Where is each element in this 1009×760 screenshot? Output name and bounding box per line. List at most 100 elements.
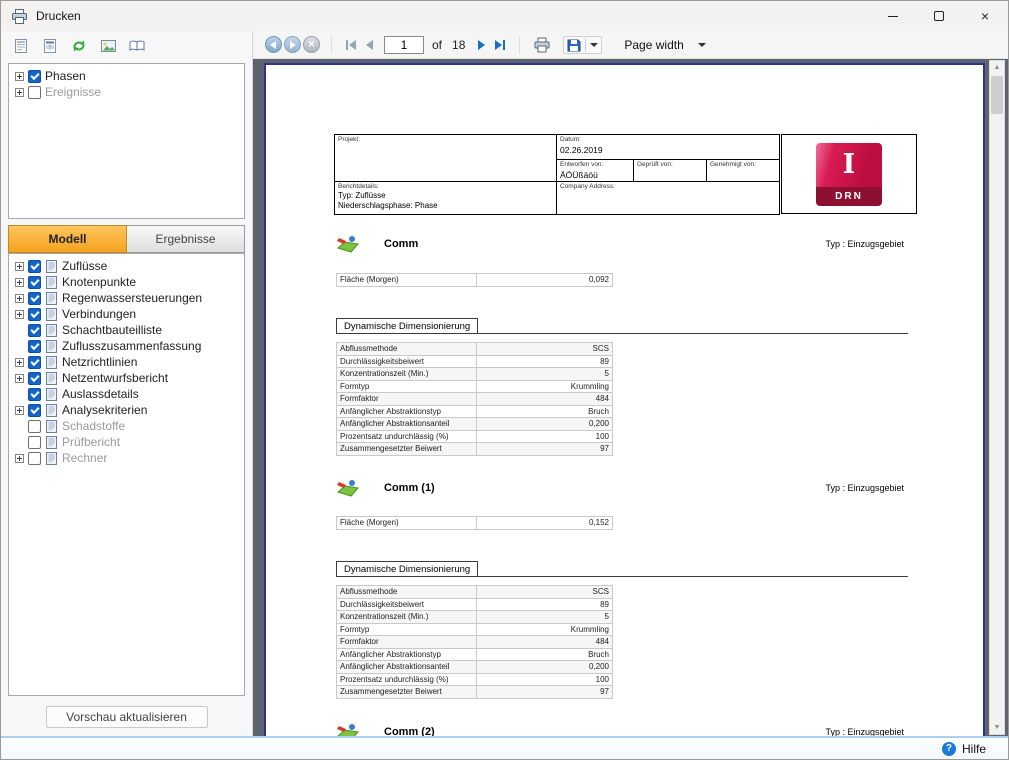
- report-table-icon[interactable]: [40, 36, 60, 56]
- report-tree-item[interactable]: Netzentwurfsbericht: [9, 370, 244, 386]
- report-tree-item[interactable]: Verbindungen: [9, 306, 244, 322]
- area-label: Fläche (Morgen): [336, 516, 477, 530]
- report-tree-item[interactable]: Knotenpunkte: [9, 274, 244, 290]
- checkbox[interactable]: [28, 419, 41, 433]
- bericht-typ: Typ: Zuflüsse: [338, 191, 386, 200]
- parameter-label: Zusammengesetzter Beiwert: [336, 685, 477, 699]
- maximize-button[interactable]: [916, 1, 962, 31]
- checkbox[interactable]: [28, 339, 41, 353]
- table-row: Konzentrationszeit (Min.) 5: [336, 367, 613, 381]
- report-tree-item[interactable]: Zuflüsse: [9, 258, 244, 274]
- first-page-icon[interactable]: [341, 39, 361, 50]
- parameter-value: 100: [476, 429, 613, 443]
- report-tree-item[interactable]: Netzrichtlinien: [9, 354, 244, 370]
- help-icon[interactable]: ?: [941, 741, 956, 756]
- checkbox[interactable]: [28, 435, 41, 449]
- report-page-icon[interactable]: [11, 36, 31, 56]
- report-tree-item[interactable]: Schadstoffe: [9, 418, 244, 434]
- zoom-mode-value: Page width: [624, 37, 684, 52]
- save-split-button[interactable]: [563, 35, 603, 54]
- checkbox[interactable]: [28, 307, 41, 321]
- checkbox[interactable]: [28, 387, 41, 401]
- genehmigt-label: Genehmigt von:: [710, 161, 756, 168]
- expander-icon[interactable]: [15, 293, 24, 303]
- projekt-label: Projekt:: [338, 136, 361, 143]
- report-tree-item[interactable]: Analysekriterien: [9, 402, 244, 418]
- checkbox[interactable]: [28, 291, 41, 305]
- checkbox[interactable]: [28, 259, 41, 273]
- tab-ergebnisse[interactable]: Ergebnisse: [127, 225, 245, 253]
- scroll-up-icon[interactable]: ▲: [994, 61, 1001, 74]
- next-page-icon[interactable]: [473, 39, 490, 50]
- expander-icon[interactable]: [15, 357, 24, 367]
- checkbox[interactable]: [28, 355, 41, 369]
- refresh-preview-button[interactable]: Vorschau aktualisieren: [45, 706, 208, 728]
- tree-item-label: Ereignisse: [45, 85, 102, 99]
- table-row: Formfaktor 484: [336, 392, 613, 406]
- help-label[interactable]: Hilfe: [962, 742, 986, 756]
- page-number-input[interactable]: [384, 35, 424, 54]
- back-icon[interactable]: [265, 36, 282, 53]
- expander-icon[interactable]: [15, 309, 24, 319]
- document-icon: [45, 403, 58, 417]
- subsection-header: Dynamische Dimensionierung: [336, 318, 908, 334]
- book-icon[interactable]: [127, 36, 147, 56]
- checkbox[interactable]: [28, 403, 41, 417]
- report-tree-item[interactable]: Zuflusszusammenfassung: [9, 338, 244, 354]
- checkbox[interactable]: [28, 275, 41, 289]
- section-title: Comm (1): [384, 482, 435, 494]
- report-tree-item[interactable]: Rechner: [9, 450, 244, 466]
- parameter-label: Prozentsatz undurchlässig (%): [336, 429, 477, 443]
- report-tree: Zuflüsse Knotenpunkte Regenwassersteueru…: [8, 253, 245, 696]
- print-icon[interactable]: [529, 34, 555, 56]
- checkbox[interactable]: [28, 371, 41, 385]
- phase-tree-item[interactable]: Phasen: [9, 68, 244, 84]
- stop-icon[interactable]: ✕: [303, 36, 320, 53]
- datum-label: Datum:: [560, 136, 581, 143]
- tab-modell[interactable]: Modell: [8, 225, 127, 253]
- checkbox[interactable]: [28, 323, 41, 337]
- table-row: Durchlässigkeitsbeiwert 89: [336, 354, 613, 368]
- phase-tree-item[interactable]: Ereignisse: [9, 84, 244, 100]
- scroll-down-icon[interactable]: ▼: [994, 721, 1001, 734]
- checkbox[interactable]: [28, 69, 41, 83]
- entworfen-label: Entworfen von:: [560, 161, 604, 168]
- expander-icon[interactable]: [15, 261, 24, 271]
- expander-icon[interactable]: [15, 71, 24, 81]
- geprueft-label: Geprüft von:: [637, 161, 673, 168]
- checkbox[interactable]: [28, 451, 41, 465]
- last-page-icon[interactable]: [490, 39, 510, 50]
- report-tree-item[interactable]: Auslassdetails: [9, 386, 244, 402]
- image-icon[interactable]: [98, 36, 118, 56]
- page-total-label: 18: [452, 37, 466, 52]
- forward-icon[interactable]: [284, 36, 301, 53]
- expander-icon[interactable]: [15, 453, 24, 463]
- report-section-header: Comm (2) Typ : Einzugsgebiet: [336, 721, 904, 736]
- parameter-label: Durchlässigkeitsbeiwert: [336, 354, 477, 368]
- area-table: Fläche (Morgen) 0,152: [336, 516, 613, 530]
- section-title: Comm (2): [384, 726, 435, 736]
- refresh-icon[interactable]: [69, 36, 89, 56]
- expander-icon[interactable]: [15, 277, 24, 287]
- prev-page-icon[interactable]: [361, 39, 378, 50]
- report-tree-item[interactable]: Regenwassersteuerungen: [9, 290, 244, 306]
- zoom-mode-dropdown[interactable]: Page width: [618, 36, 711, 54]
- report-tree-item[interactable]: Schachtbauteilliste: [9, 322, 244, 338]
- parameter-value: 5: [476, 610, 613, 624]
- expander-icon[interactable]: [15, 405, 24, 415]
- document-icon: [45, 435, 58, 449]
- report-tree-item[interactable]: Prüfbericht: [9, 434, 244, 450]
- parameter-label: Zusammengesetzter Beiwert: [336, 442, 477, 456]
- checkbox[interactable]: [28, 85, 41, 99]
- expander-icon[interactable]: [15, 87, 24, 97]
- close-button[interactable]: ×: [962, 1, 1008, 31]
- table-row: Anfänglicher Abstraktionstyp Bruch: [336, 647, 613, 661]
- scrollbar-thumb[interactable]: [991, 76, 1003, 114]
- expander-icon[interactable]: [15, 373, 24, 383]
- preview-scrollbar[interactable]: ▲ ▼: [989, 60, 1005, 735]
- parameter-value: 0,200: [476, 417, 613, 431]
- document-icon: [45, 339, 58, 353]
- phase-tree: Phasen Ereignisse: [8, 63, 245, 219]
- minimize-button[interactable]: [870, 1, 916, 31]
- document-icon: [45, 355, 58, 369]
